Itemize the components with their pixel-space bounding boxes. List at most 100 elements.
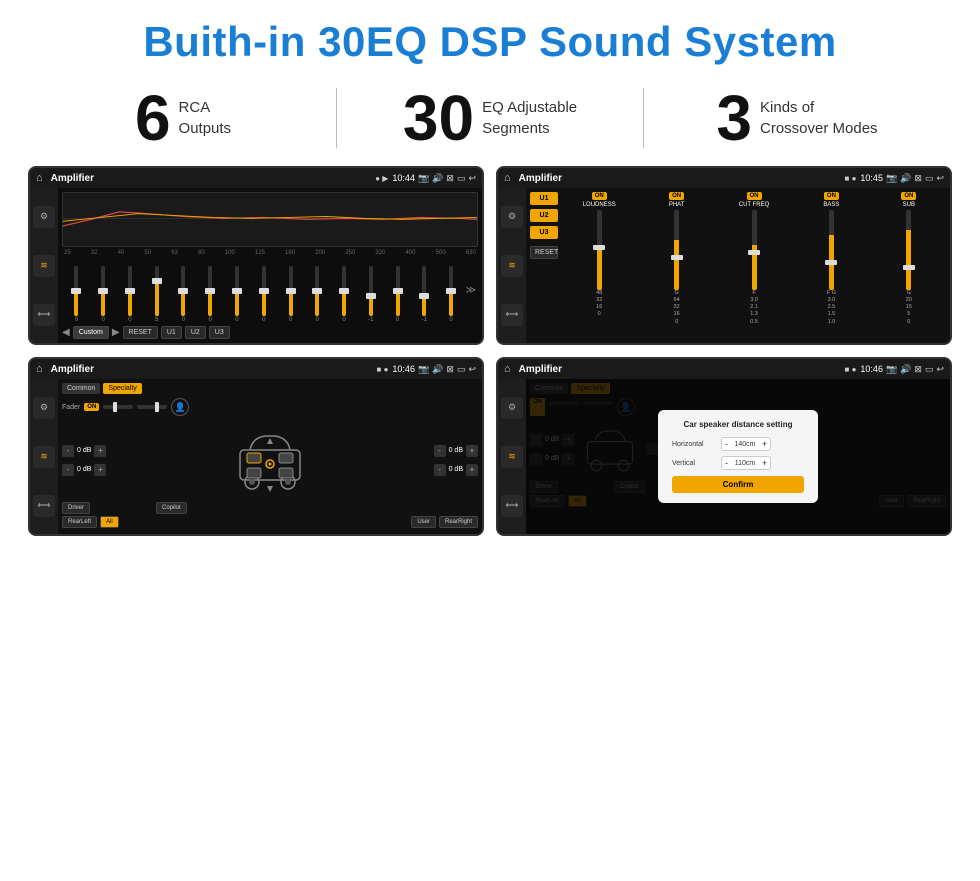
btn-all[interactable]: All xyxy=(100,516,119,528)
eq-reset-btn[interactable]: RESET xyxy=(123,326,158,339)
vertical-plus-btn[interactable]: + xyxy=(762,458,767,468)
db-plus-right-2[interactable]: + xyxy=(466,464,478,476)
confirm-button[interactable]: Confirm xyxy=(672,476,804,493)
db-val-left-1: 0 dB xyxy=(77,447,91,454)
cross-side-btn-1[interactable]: ⚙ xyxy=(501,206,523,228)
db-minus-right-1[interactable]: - xyxy=(434,445,446,457)
eq-u3-btn[interactable]: U3 xyxy=(209,326,230,339)
eq-slider-4[interactable]: 0 xyxy=(171,266,196,323)
fader-side-btn-3[interactable]: ⟷ xyxy=(33,495,55,517)
db-row-left-1: - 0 dB + xyxy=(62,445,106,457)
eq-preset-custom[interactable]: Custom xyxy=(73,326,109,339)
right-db-controls: - 0 dB + - 0 dB + xyxy=(434,443,478,478)
tab-common[interactable]: Common xyxy=(62,383,100,394)
db-plus-left-1[interactable]: + xyxy=(94,445,106,457)
app-name-4: Amplifier xyxy=(519,364,841,375)
volume-icon-4: 🔊 xyxy=(900,364,911,375)
eq-slider-2[interactable]: 0 xyxy=(118,266,143,323)
eq-slider-8[interactable]: 0 xyxy=(278,266,303,323)
db-plus-right-1[interactable]: + xyxy=(466,445,478,457)
eq-slider-11[interactable]: -1 xyxy=(358,266,383,323)
slider-loudness[interactable] xyxy=(597,210,602,290)
eq-side-btn-3[interactable]: ⟷ xyxy=(33,304,55,326)
vertical-value: 110cm xyxy=(731,460,759,467)
dist-side-btn-2[interactable]: ≋ xyxy=(501,446,523,468)
app-name-1: Amplifier xyxy=(51,173,372,184)
spacer-2 xyxy=(122,516,409,528)
dist-side-btn-3[interactable]: ⟷ xyxy=(501,495,523,517)
fader-main-content: Common Specialty Fader ON 👤 xyxy=(58,379,482,534)
preset-u2[interactable]: U2 xyxy=(530,209,558,222)
fader-side-btn-2[interactable]: ≋ xyxy=(33,446,55,468)
status-bar-2: ⌂ Amplifier ■ ● 10:45 📷 🔊 ⊠ ▭ ↩ xyxy=(498,168,950,188)
eq-slider-14[interactable]: 0 xyxy=(439,266,464,323)
fader-on-toggle[interactable]: ON xyxy=(84,403,99,411)
slider-cutfreq[interactable] xyxy=(752,210,757,290)
on-badge-cutfreq: ON xyxy=(747,192,762,200)
btn-driver[interactable]: Driver xyxy=(62,502,90,514)
eq-prev-btn[interactable]: ◀ xyxy=(62,327,70,338)
eq-slider-5[interactable]: 0 xyxy=(198,266,223,323)
eq-slider-13[interactable]: -1 xyxy=(412,266,437,323)
preset-u1[interactable]: U1 xyxy=(530,192,558,205)
slider-sub[interactable] xyxy=(906,210,911,290)
preset-u3[interactable]: U3 xyxy=(530,226,558,239)
eq-next-btn[interactable]: ▶ xyxy=(112,327,120,338)
db-plus-left-2[interactable]: + xyxy=(94,464,106,476)
spacer-1 xyxy=(93,502,153,514)
eq-sliders: 0 0 0 5 0 xyxy=(62,258,478,323)
tab-specialty[interactable]: Specialty xyxy=(103,383,141,394)
dot-icons-4: ■ ● xyxy=(845,365,857,374)
fader-settings-icon[interactable]: 👤 xyxy=(171,398,189,416)
dist-side-btn-1[interactable]: ⚙ xyxy=(501,397,523,419)
vertical-minus-btn[interactable]: - xyxy=(725,458,728,468)
eq-slider-10[interactable]: 0 xyxy=(332,266,357,323)
signal-icon-4: ⊠ xyxy=(914,364,922,375)
cross-side-btn-2[interactable]: ≋ xyxy=(501,255,523,277)
eq-slider-6[interactable]: 0 xyxy=(225,266,250,323)
distance-dialog-overlay: Car speaker distance setting Horizontal … xyxy=(526,379,950,534)
unit-loudness: ON LOUDNESS 48 32 16 0 xyxy=(562,192,636,339)
cross-reset-btn[interactable]: RESET xyxy=(530,246,558,259)
left-db-controls: - 0 dB + - 0 dB + xyxy=(62,443,106,478)
horizontal-minus-btn[interactable]: - xyxy=(725,439,728,449)
eq-slider-0[interactable]: 0 xyxy=(64,266,89,323)
signal-icon-2: ⊠ xyxy=(914,173,922,184)
fader-side-btn-1[interactable]: ⚙ xyxy=(33,397,55,419)
eq-u2-btn[interactable]: U2 xyxy=(185,326,206,339)
horizontal-plus-btn[interactable]: + xyxy=(762,439,767,449)
dialog-horizontal-row: Horizontal - 140cm + xyxy=(672,437,804,451)
eq-slider-3[interactable]: 5 xyxy=(144,266,169,323)
unit-cutfreq: ON CUT FREQ F 3.0 2.1 1.3 0.5 xyxy=(717,192,791,339)
btn-user[interactable]: User xyxy=(411,516,436,528)
dot-icons-2: ■ ● xyxy=(845,174,857,183)
eq-slider-7[interactable]: 0 xyxy=(251,266,276,323)
eq-slider-12[interactable]: 0 xyxy=(385,266,410,323)
side-controls-cross: ⚙ ≋ ⟷ xyxy=(498,188,526,343)
fader-track[interactable] xyxy=(103,405,133,409)
slider-phat[interactable] xyxy=(674,210,679,290)
db-minus-left-1[interactable]: - xyxy=(62,445,74,457)
cross-side-btn-3[interactable]: ⟷ xyxy=(501,304,523,326)
fader-text: Fader xyxy=(62,404,80,411)
btn-rearleft[interactable]: RearLeft xyxy=(62,516,97,528)
features-row: 6 RCA Outputs 30 EQ Adjustable Segments … xyxy=(0,76,980,166)
app-name-2: Amplifier xyxy=(519,173,841,184)
btn-rearright[interactable]: RearRight xyxy=(439,516,478,528)
label-phat: PHAT xyxy=(669,202,685,208)
db-row-right-1: - 0 dB + xyxy=(434,445,478,457)
db-minus-left-2[interactable]: - xyxy=(62,464,74,476)
fader-track-2[interactable] xyxy=(137,405,167,409)
eq-side-btn-1[interactable]: ⚙ xyxy=(33,206,55,228)
eq-slider-9[interactable]: 0 xyxy=(305,266,330,323)
eq-slider-1[interactable]: 0 xyxy=(91,266,116,323)
time-4: 10:46 xyxy=(860,364,883,374)
db-minus-right-2[interactable]: - xyxy=(434,464,446,476)
eq-side-btn-2[interactable]: ≋ xyxy=(33,255,55,277)
eq-u1-btn[interactable]: U1 xyxy=(161,326,182,339)
side-controls-eq: ⚙ ≋ ⟷ xyxy=(30,188,58,343)
btn-copilot[interactable]: Copilot xyxy=(156,502,187,514)
slider-bass[interactable] xyxy=(829,210,834,290)
back-icon-3: ↩ xyxy=(468,364,476,375)
fader-tabs: Common Specialty xyxy=(62,383,478,394)
